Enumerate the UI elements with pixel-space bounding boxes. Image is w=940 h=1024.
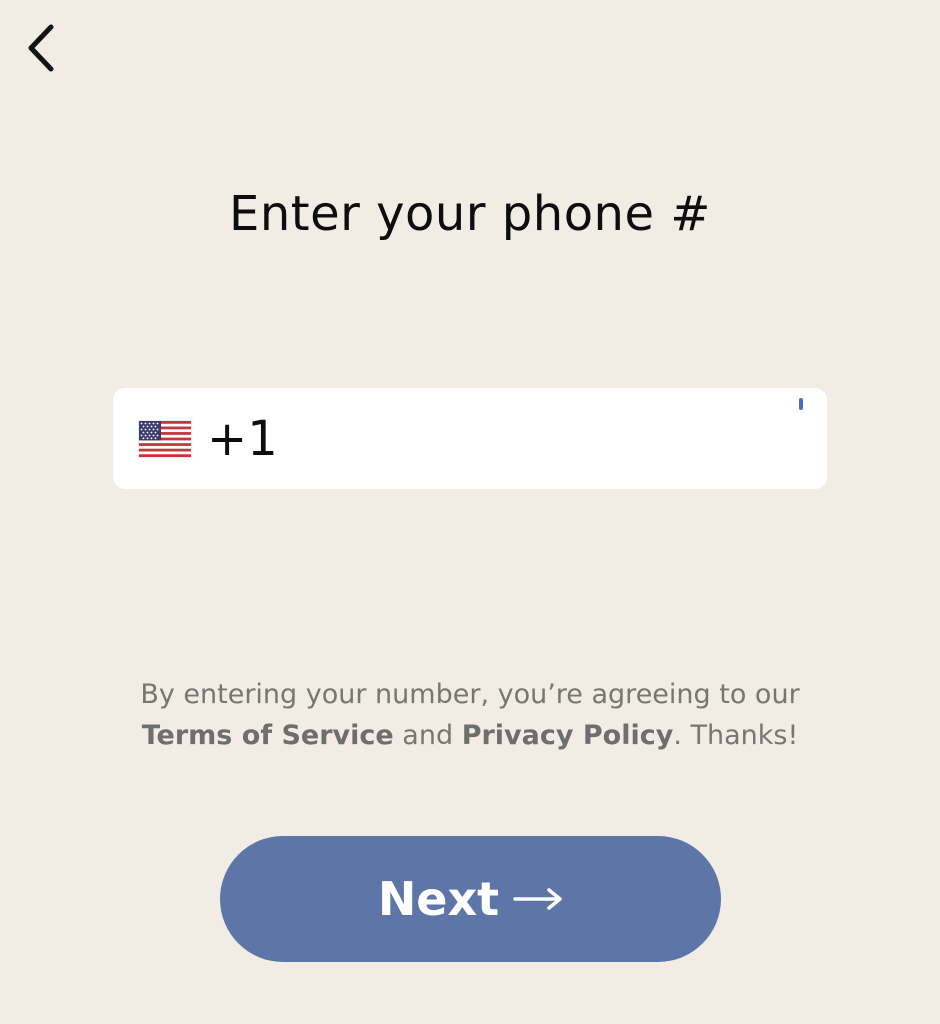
terms-disclaimer: By entering your number, you’re agreeing… xyxy=(0,674,940,756)
phone-number-input[interactable] xyxy=(285,403,834,474)
disclaimer-suffix: . Thanks! xyxy=(673,720,799,751)
page-title: Enter your phone # xyxy=(229,186,711,242)
chevron-left-icon xyxy=(23,23,57,77)
disclaimer-prefix: By entering your number, you’re agreeing… xyxy=(140,679,800,710)
next-button[interactable]: Next xyxy=(220,836,721,962)
terms-of-service-link[interactable]: Terms of Service xyxy=(142,720,394,751)
us-flag-icon[interactable] xyxy=(139,420,191,457)
next-button-label: Next xyxy=(377,872,500,926)
back-button[interactable] xyxy=(12,20,68,80)
phone-entry-screen: Enter your phone # +1 By entering your n… xyxy=(0,0,940,1024)
country-code[interactable]: +1 xyxy=(207,415,278,463)
arrow-right-icon xyxy=(513,887,563,911)
phone-field[interactable]: +1 xyxy=(113,388,834,489)
privacy-policy-link[interactable]: Privacy Policy xyxy=(462,720,674,751)
text-cursor xyxy=(799,398,803,410)
disclaimer-and: and xyxy=(393,720,462,751)
